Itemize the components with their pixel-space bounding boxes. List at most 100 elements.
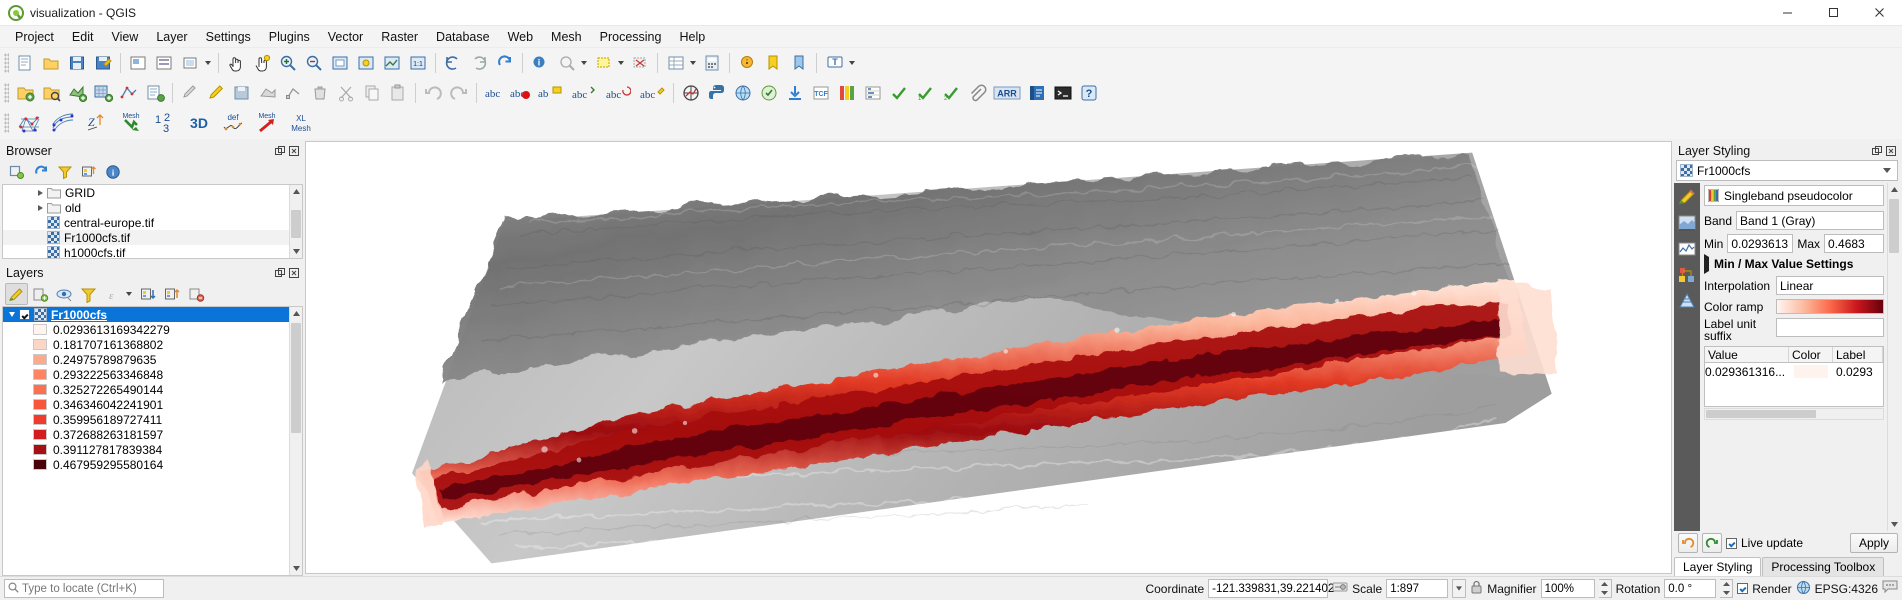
browser-refresh-button[interactable] [29, 161, 52, 183]
toggle-editing-button[interactable] [203, 80, 229, 106]
browser-item-central-europe[interactable]: central-europe.tif [3, 215, 289, 230]
layers-undock-icon[interactable] [274, 267, 285, 278]
show-layouts-combo[interactable] [177, 50, 214, 76]
current-edits-button[interactable] [177, 80, 203, 106]
collapse-arrow-icon[interactable] [5, 312, 19, 317]
topology-checker-button[interactable]: TCF [808, 80, 834, 106]
chevron-down-icon[interactable] [205, 61, 211, 65]
scrollbar-thumb[interactable] [1889, 199, 1899, 253]
scale-dropdown-icon[interactable] [1452, 579, 1466, 598]
label-rotate-button[interactable]: abc [601, 80, 635, 106]
layers-vertical-scrollbar[interactable] [289, 307, 302, 575]
statistics-button[interactable] [860, 80, 886, 106]
tab-layer-styling[interactable]: Layer Styling [1674, 557, 1761, 576]
browser-vertical-scrollbar[interactable] [289, 185, 302, 258]
rotation-value[interactable]: 0.0 ° [1664, 579, 1716, 598]
toolbar-grip[interactable] [4, 113, 9, 133]
style-redo-button[interactable] [1702, 533, 1722, 553]
layer-visibility-checkbox[interactable] [19, 309, 30, 320]
menu-project[interactable]: Project [6, 28, 63, 46]
stepper-up-icon[interactable] [1720, 580, 1732, 589]
open-project-button[interactable] [38, 50, 64, 76]
map-canvas[interactable] [305, 141, 1672, 574]
magnifier-value[interactable]: 100% [1541, 579, 1595, 598]
zoom-selection-button[interactable] [353, 50, 379, 76]
scroll-up-icon[interactable] [290, 185, 302, 198]
browser-item-old[interactable]: old [3, 200, 289, 215]
chevron-down-icon[interactable] [849, 61, 855, 65]
coordinate-toggle-icon[interactable] [1332, 579, 1348, 598]
stepper-up-icon[interactable] [1599, 580, 1611, 589]
chevron-down-icon[interactable] [1879, 168, 1895, 173]
menu-view[interactable]: View [102, 28, 147, 46]
histogram-icon[interactable] [1676, 238, 1698, 260]
color-table-body[interactable]: 0.029361316... 0.0293 [1704, 363, 1884, 407]
add-mesh-layer-button[interactable] [116, 80, 142, 106]
scroll-down-icon[interactable] [290, 245, 302, 258]
new-shapefile-layer-button[interactable] [12, 80, 38, 106]
manage-map-themes-button[interactable] [53, 283, 76, 305]
remove-layer-button[interactable] [185, 283, 208, 305]
scroll-down-icon[interactable] [290, 562, 302, 575]
add-group-button[interactable] [29, 283, 52, 305]
filter-legend-expression-button[interactable]: ε [101, 283, 124, 305]
vertex-tool-button[interactable] [281, 80, 307, 106]
menu-edit[interactable]: Edit [63, 28, 103, 46]
expand-all-button[interactable] [137, 283, 160, 305]
cell-color-swatch[interactable] [1794, 365, 1828, 378]
pyramids-icon[interactable] [1676, 290, 1698, 312]
menu-processing[interactable]: Processing [591, 28, 671, 46]
symbology-icon[interactable] [1676, 186, 1698, 208]
column-header-label[interactable]: Label [1833, 347, 1883, 362]
menu-mesh[interactable]: Mesh [542, 28, 591, 46]
apply-button[interactable]: Apply [1850, 533, 1898, 553]
mesh-down-button[interactable]: Mesh [114, 110, 148, 136]
zoom-full-button[interactable] [327, 50, 353, 76]
style-undo-button[interactable] [1678, 533, 1698, 553]
chevron-down-icon[interactable] [618, 61, 624, 65]
band-combo[interactable]: Band 1 (Gray) [1736, 211, 1884, 230]
mesh-xl-button[interactable]: XL Mesh [284, 110, 318, 136]
undo-button[interactable] [420, 80, 446, 106]
rendering-icon[interactable] [1676, 264, 1698, 286]
layer-styling-close-icon[interactable] [1885, 145, 1896, 156]
label-move-button[interactable]: abc [567, 80, 601, 106]
select-features-button[interactable] [591, 50, 617, 76]
chevron-down-icon[interactable] [581, 61, 587, 65]
paste-features-button[interactable] [385, 80, 411, 106]
deselect-features-button[interactable] [627, 50, 653, 76]
scrollbar-thumb[interactable] [291, 323, 301, 433]
scale-value[interactable]: 1:897 [1386, 579, 1448, 598]
georeferencer-button[interactable] [678, 80, 704, 106]
label-pin-button[interactable]: abc [507, 80, 533, 106]
add-vector-layer-button[interactable] [64, 80, 90, 106]
open-field-calculator-button[interactable] [699, 50, 725, 76]
interpolation-combo[interactable]: Linear [1776, 276, 1884, 295]
browser-collapse-all-button[interactable] [77, 161, 100, 183]
chevron-down-icon[interactable] [126, 292, 132, 296]
stepper-down-icon[interactable] [1720, 589, 1732, 598]
mesh-123-button[interactable]: 1 2 3 [148, 110, 182, 136]
scroll-down-icon[interactable] [1888, 518, 1900, 531]
mesh-tin-button[interactable] [12, 110, 46, 136]
open-layer-styling-panel-button[interactable] [5, 283, 28, 305]
add-delimited-text-layer-button[interactable] [142, 80, 168, 106]
add-raster-layer-button[interactable] [90, 80, 116, 106]
terminal-button[interactable] [1050, 80, 1076, 106]
geopackage-button[interactable] [756, 80, 782, 106]
browser-filter-button[interactable] [53, 161, 76, 183]
new-bookmark-button[interactable] [760, 50, 786, 76]
text-annotation-combo[interactable]: T [821, 50, 858, 76]
browser-close-icon[interactable] [288, 145, 299, 156]
expand-arrow-icon[interactable] [33, 190, 47, 196]
new-print-layout-button[interactable] [125, 50, 151, 76]
min-input[interactable]: 0.0293613 [1727, 234, 1793, 253]
layers-close-icon[interactable] [288, 267, 299, 278]
text-annotation-button[interactable]: T [822, 50, 848, 76]
mesh-3d-button[interactable]: 3D [182, 110, 216, 136]
render-checkbox[interactable] [1737, 583, 1748, 594]
messages-icon[interactable] [1882, 580, 1898, 597]
filter-legend-button[interactable] [77, 283, 100, 305]
close-button[interactable] [1856, 0, 1902, 26]
metasearch-button[interactable] [730, 80, 756, 106]
